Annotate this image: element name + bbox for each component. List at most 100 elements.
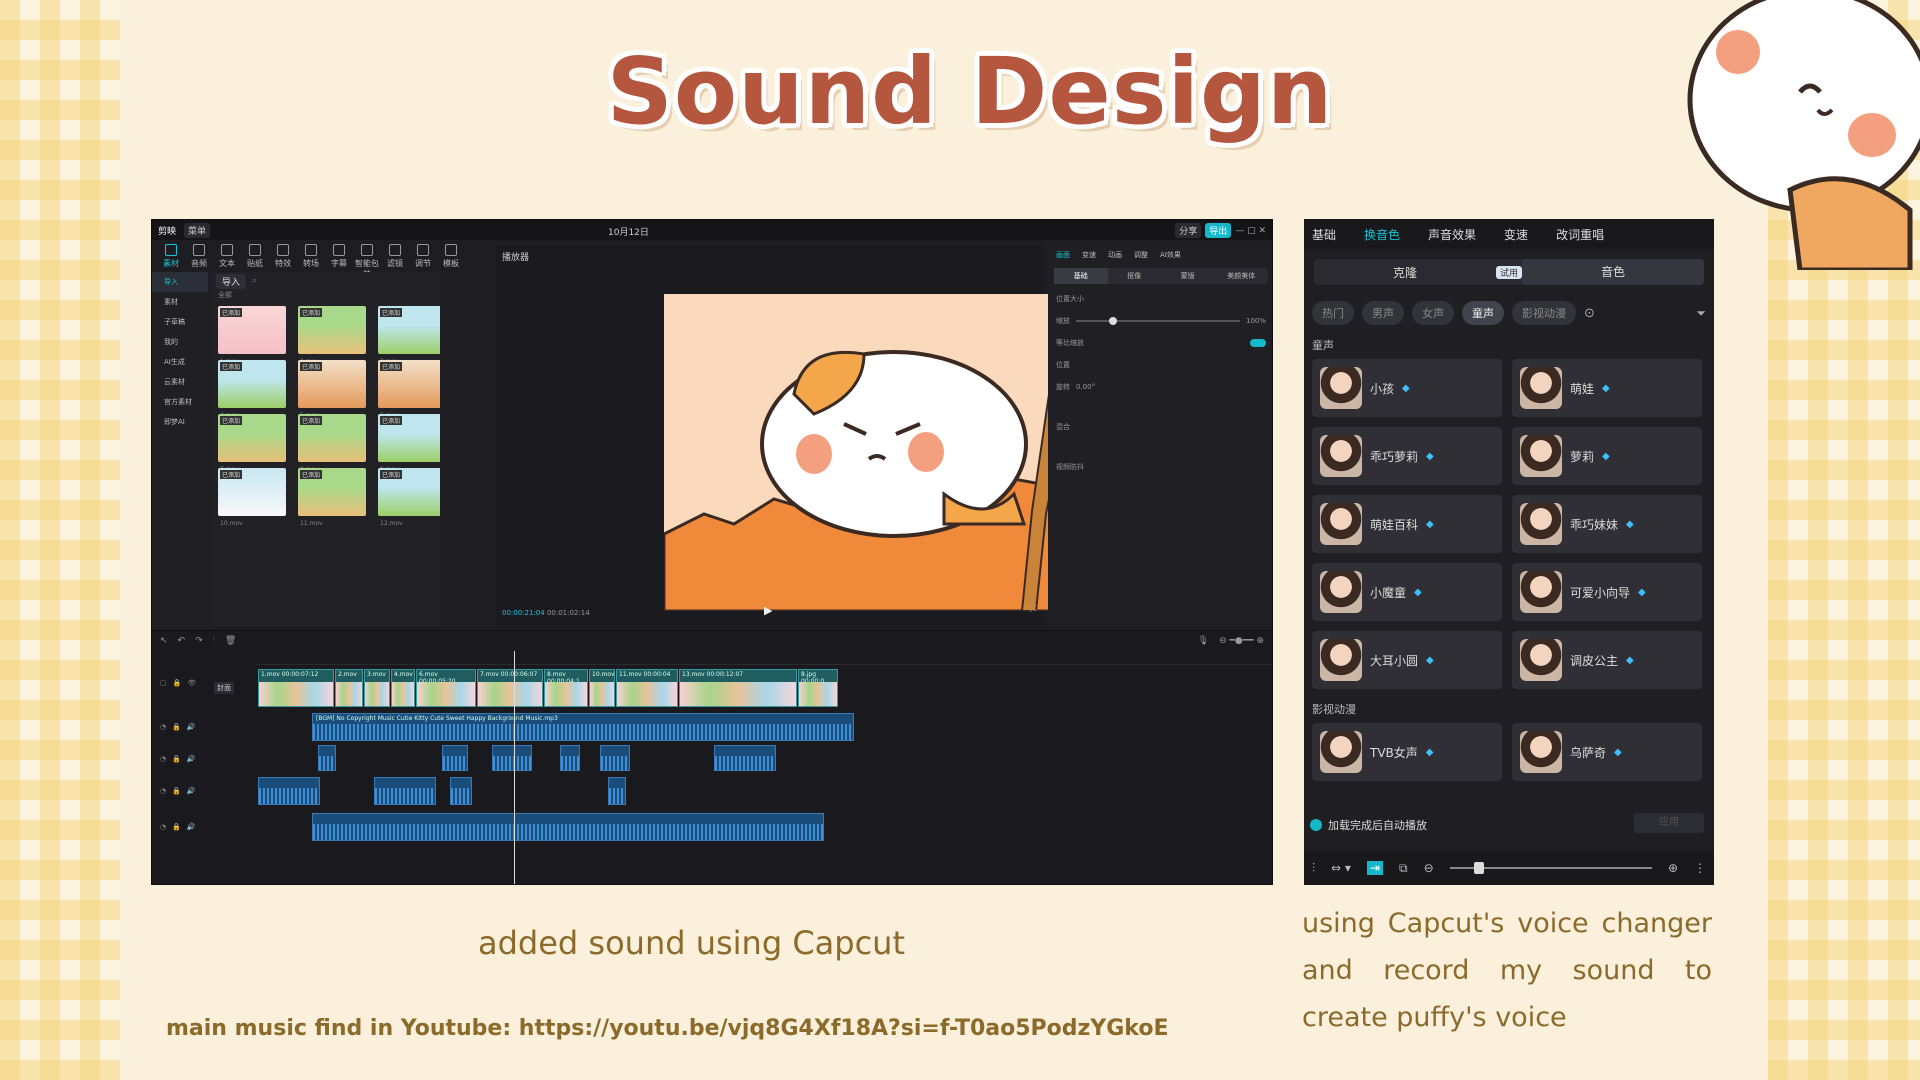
preview-icon[interactable]: ⧉ [1399, 861, 1408, 876]
prop-tab-speed[interactable]: 变速 [1082, 250, 1096, 260]
zoom-slider[interactable]: ⊖ ━●━━ ⊕ [1219, 636, 1264, 646]
video-clip[interactable]: 8.mov 00:00:04:1 [544, 669, 588, 707]
voice-card[interactable]: 小孩 ◆ [1312, 359, 1502, 417]
audio-clip[interactable] [318, 745, 336, 771]
toolbar-adjust[interactable]: 调节 [410, 244, 436, 268]
rotate-value[interactable]: 0.00° [1076, 383, 1095, 391]
tab-basic[interactable]: 基础 [1312, 226, 1336, 243]
import-button[interactable]: 导入 [216, 273, 247, 289]
video-clip[interactable]: 3.mov [364, 669, 390, 707]
toolbar-smart-pack[interactable]: 智能包装 [354, 244, 380, 279]
microphone-icon[interactable]: 🎙 [1198, 636, 1209, 646]
more-menu-icon[interactable]: ⋮ [1694, 861, 1706, 875]
sidebar-item-ai[interactable]: AI生成 [152, 352, 208, 372]
media-thumbnail[interactable]: 已添加9.mov [378, 414, 440, 473]
subtab-mask[interactable]: 蒙版 [1161, 268, 1215, 284]
filter-anime[interactable]: 影视动漫 [1512, 301, 1576, 325]
search-icon[interactable]: ⌕ [252, 276, 257, 286]
voice-card[interactable]: 乖巧萝莉 ◆ [1312, 427, 1502, 485]
media-thumbnail[interactable]: 已添加8.mov [298, 414, 366, 473]
link-icon[interactable]: ⇔ ▾ [1331, 861, 1351, 875]
media-thumbnail[interactable]: 已添加3.mov [378, 306, 440, 365]
voice-card[interactable]: 乌萨奇 ◆ [1512, 723, 1702, 781]
prop-tab-picture[interactable]: 画面 [1056, 250, 1070, 260]
track-controls[interactable]: ◔🔒🔊 [160, 787, 202, 795]
audio-clip[interactable] [714, 745, 776, 771]
delete-icon[interactable]: 🗑 [225, 636, 236, 646]
sidebar-item-mine[interactable]: 我的 [152, 332, 208, 352]
toolbar-effects[interactable]: 特效 [270, 244, 296, 268]
export-button[interactable]: 导出 [1205, 223, 1232, 238]
voice-card[interactable]: 萌娃百科 ◆ [1312, 495, 1502, 553]
sidebar-item-assets[interactable]: 素材 [152, 292, 208, 312]
toolbar-captions[interactable]: 字幕 [326, 244, 352, 268]
video-clip[interactable]: 1.mov 00:00:07:12 [258, 669, 334, 707]
caption-music-link[interactable]: main music find in Youtube: https://yout… [166, 1016, 1168, 1041]
filter-female[interactable]: 女声 [1412, 301, 1454, 325]
subtab-cutout[interactable]: 抠像 [1108, 268, 1162, 284]
sidebar-item-official[interactable]: 官方素材 [152, 392, 208, 412]
voice-card[interactable]: TVB女声 ◆ [1312, 723, 1502, 781]
audio-clip[interactable] [492, 745, 532, 771]
sidebar-item-jimeng[interactable]: 即梦AI [152, 412, 208, 432]
video-clip[interactable]: 13.mov 00:00:12:07 [679, 669, 797, 707]
filter-child[interactable]: 童声 [1462, 301, 1504, 325]
voice-card[interactable]: 乖巧妹妹 ◆ [1512, 495, 1702, 553]
filter-icon[interactable]: ⏷ [1696, 306, 1706, 321]
video-clip[interactable]: 4.mov [391, 669, 415, 707]
media-thumbnail[interactable]: 已添加6.mov [378, 360, 440, 419]
prop-tab-animation[interactable]: 动画 [1108, 250, 1122, 260]
auto-play-checkbox[interactable]: 加载完成后自动播放 [1310, 817, 1427, 833]
voice-card[interactable]: 萝莉 ◆ [1512, 427, 1702, 485]
menu-button[interactable]: 菜单 [184, 222, 211, 238]
filter-hot[interactable]: 热门 [1312, 301, 1354, 325]
sidebar-item-cloud[interactable]: 云素材 [152, 372, 208, 392]
media-filter-all[interactable]: 全部 [212, 290, 440, 300]
media-thumbnail[interactable]: 已添加7.mov [218, 414, 286, 473]
tab-sound-effects[interactable]: 声音效果 [1428, 226, 1476, 243]
bgm-audio-clip[interactable]: [BGM] No Copyright Music Cutie Kitty Cut… [312, 713, 854, 741]
media-thumbnail[interactable]: 已添加 10.mov [218, 468, 286, 527]
tab-speed[interactable]: 变速 [1504, 226, 1528, 243]
video-clip[interactable]: 7.mov 00:00:06:07 [477, 669, 543, 707]
toolbar-transition[interactable]: 转场 [298, 244, 324, 268]
subtab-basic[interactable]: 基础 [1054, 268, 1108, 284]
blend-label[interactable]: 混合 [1056, 422, 1070, 432]
video-clip[interactable]: 2.mov [335, 669, 363, 707]
zoom-slider[interactable] [1449, 862, 1652, 874]
prop-tab-ai[interactable]: AI效果 [1160, 250, 1181, 260]
filter-male[interactable]: 男声 [1362, 301, 1404, 325]
voice-card[interactable]: 萌娃 ◆ [1512, 359, 1702, 417]
video-clip[interactable]: 10.mov [589, 669, 615, 707]
track-controls[interactable]: ▢🔒👁 [160, 679, 202, 687]
play-icon[interactable]: ▶ [764, 604, 772, 617]
prop-tab-adjust[interactable]: 调整 [1134, 250, 1148, 260]
split-icon[interactable]: ⫶ [213, 636, 215, 646]
scale-value[interactable]: 100% [1246, 317, 1266, 325]
voice-audio-clip[interactable] [312, 813, 824, 841]
audio-clip[interactable] [600, 745, 630, 771]
switch-clone[interactable]: 克隆 [1314, 264, 1496, 281]
share-button[interactable]: 分享 [1175, 223, 1202, 238]
toolbar-media[interactable]: 素材 [158, 244, 184, 268]
redo-icon[interactable]: ↷ [195, 636, 203, 646]
sidebar-item-import[interactable]: 导入 [152, 272, 208, 292]
fullscreen-icon[interactable]: ⛶ [1030, 604, 1036, 614]
select-tool-icon[interactable]: ↖ [160, 636, 168, 646]
toolbar-text[interactable]: 文本 [214, 244, 240, 268]
toolbar-filter[interactable]: 滤镜 [382, 244, 408, 268]
uniform-scale-toggle[interactable] [1250, 339, 1266, 347]
voice-card[interactable]: 调皮公主 ◆ [1512, 631, 1702, 689]
zoom-out-icon[interactable]: ⊖ [1424, 861, 1434, 875]
switch-timbre[interactable]: 音色 [1522, 259, 1704, 285]
scale-slider[interactable] [1076, 317, 1240, 325]
audio-clip[interactable] [442, 745, 468, 771]
media-thumbnail[interactable]: 已添加2.mov [298, 306, 366, 365]
video-clip[interactable]: 6.mov 00:00:05:20 [416, 669, 476, 707]
audio-clip[interactable] [450, 777, 472, 805]
video-clip[interactable]: 11.mov 00:00:04 [616, 669, 678, 707]
stabilize-label[interactable]: 视频防抖 [1056, 462, 1084, 472]
snap-icon[interactable]: ⇥ [1366, 861, 1383, 875]
media-thumbnail[interactable]: 已添加 12.mov [378, 468, 440, 527]
audio-clip[interactable] [560, 745, 580, 771]
